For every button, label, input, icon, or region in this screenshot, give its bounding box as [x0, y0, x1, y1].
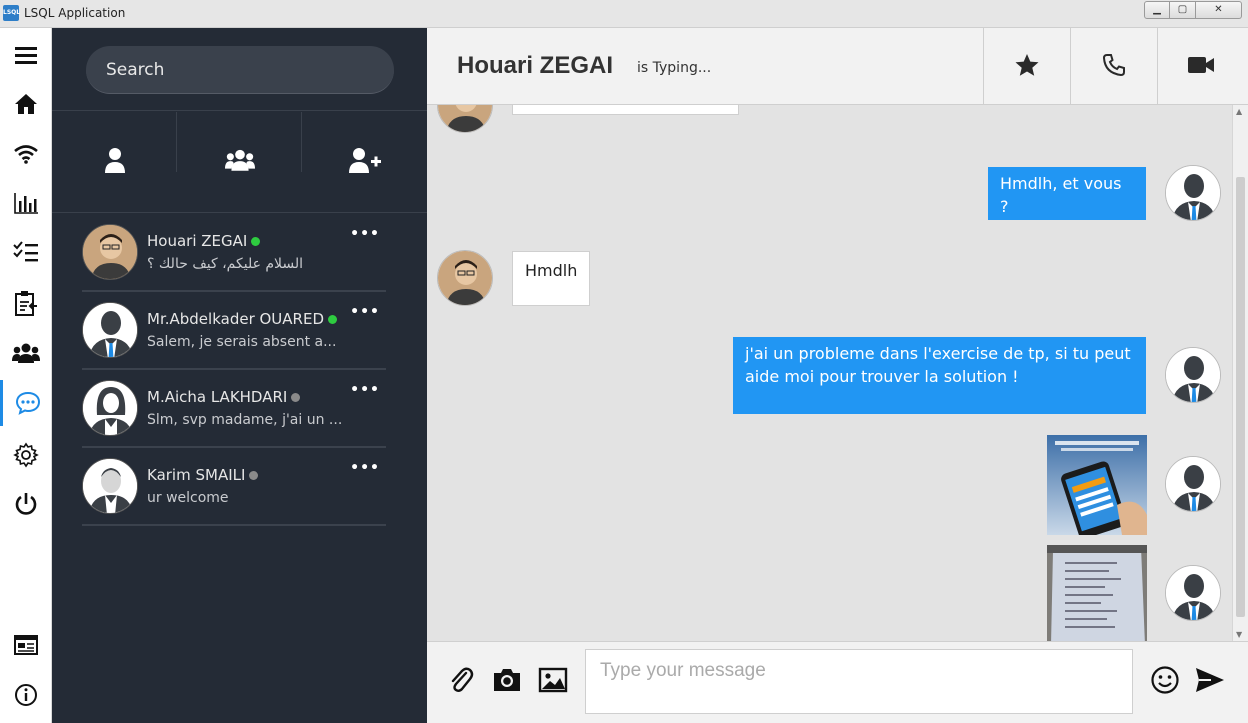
maximize-icon[interactable]: ▢ [1170, 1, 1196, 19]
search-input[interactable]: Search [86, 46, 394, 94]
bar-chart-icon[interactable] [0, 180, 52, 226]
tab-separator [301, 112, 302, 172]
contact-item[interactable]: Mr.Abdelkader OUARED Salem, je serais ab… [82, 292, 386, 370]
emoji-icon [1150, 665, 1180, 699]
message-bubble-outgoing: j'ai un probleme dans l'exercise de tp, … [733, 337, 1146, 414]
contact-name: Houari ZEGAI [147, 232, 261, 250]
chat-messages[interactable]: Hmdlh, et vous ? Hmdlh j'ai un probleme … [427, 105, 1248, 641]
my-avatar [1165, 565, 1221, 621]
composer-bar: Type your message [427, 641, 1248, 723]
camera-icon [492, 667, 522, 697]
chat-contact-name: Houari ZEGAI [457, 52, 614, 79]
app-icon: LSQL [3, 5, 20, 21]
contact-item[interactable]: Karim SMAILI ur welcome ••• [82, 448, 386, 526]
avatar [82, 224, 138, 280]
more-options-icon[interactable]: ••• [350, 460, 380, 476]
favorite-button[interactable] [983, 28, 1070, 105]
message-bubble-outgoing: Hmdlh, et vous ? [988, 167, 1146, 220]
more-options-icon[interactable]: ••• [350, 382, 380, 398]
contact-item[interactable]: M.Aicha LAKHDARI Slm, svp madame, j'ai u… [82, 370, 386, 448]
message-bubble-incoming: Hmdlh [512, 251, 590, 306]
contact-name: M.Aicha LAKHDARI [147, 388, 301, 406]
chat-header: Houari ZEGAI is Typing... [427, 28, 1248, 105]
wifi-icon[interactable] [0, 131, 52, 177]
nav-rail [0, 28, 52, 723]
contact-avatar [437, 105, 493, 133]
image-message[interactable] [1047, 545, 1147, 641]
chat-icon[interactable] [0, 380, 52, 426]
image-icon [538, 667, 568, 697]
divider [52, 212, 427, 213]
contact-last-message: ur welcome [147, 490, 229, 506]
contact-last-message: السلام عليكم، كيف حالك ؟ [147, 256, 304, 272]
tab-user[interactable] [52, 112, 177, 212]
scroll-down-icon[interactable]: ▼ [1236, 630, 1242, 639]
minimize-icon[interactable]: ▁ [1144, 1, 1170, 19]
typing-status: is Typing... [637, 60, 712, 76]
checklist-icon[interactable] [0, 229, 52, 275]
home-icon[interactable] [0, 81, 52, 127]
message-bubble-incoming [512, 105, 739, 115]
image-button[interactable] [535, 664, 571, 700]
offline-indicator [291, 393, 301, 402]
avatar [82, 380, 138, 436]
tab-separator [176, 112, 177, 172]
user-icon [104, 147, 126, 177]
tab-add-user[interactable] [302, 112, 427, 212]
window-title: LSQL Application [24, 6, 126, 20]
emoji-button[interactable] [1147, 664, 1183, 700]
settings-icon[interactable] [0, 432, 52, 478]
avatar [82, 458, 138, 514]
contact-avatar [437, 250, 493, 306]
divider [52, 110, 427, 111]
contacts-panel: Search Houari ZEGAI السلام عليكم، كيف حا… [52, 28, 427, 723]
tab-groups[interactable] [177, 112, 302, 212]
add-user-icon [348, 147, 382, 177]
scroll-thumb[interactable] [1236, 177, 1245, 617]
contact-name: Mr.Abdelkader OUARED [147, 310, 337, 328]
more-options-icon[interactable]: ••• [350, 304, 380, 320]
phone-icon [1102, 53, 1126, 81]
image-message[interactable] [1047, 435, 1147, 535]
my-avatar [1165, 347, 1221, 403]
contact-last-message: Slm, svp madame, j'ai un ... [147, 412, 343, 428]
card-icon[interactable] [0, 622, 52, 668]
video-icon [1187, 55, 1215, 79]
title-bar: LSQL LSQL Application ▁ ▢ ✕ [0, 0, 1248, 28]
more-options-icon[interactable]: ••• [350, 226, 380, 242]
contact-last-message: Salem, je serais absent a... [147, 334, 337, 350]
contact-item[interactable]: Houari ZEGAI السلام عليكم، كيف حالك ؟ ••… [82, 214, 386, 292]
clipboard-icon[interactable] [0, 280, 52, 326]
window-controls: ▁ ▢ ✕ [1144, 1, 1242, 19]
send-button[interactable] [1192, 664, 1228, 700]
contact-tabs [52, 112, 427, 212]
info-icon[interactable] [0, 672, 52, 718]
message-input[interactable]: Type your message [585, 649, 1133, 714]
my-avatar [1165, 165, 1221, 221]
online-indicator [251, 237, 261, 246]
power-icon[interactable] [0, 481, 52, 527]
close-icon[interactable]: ✕ [1196, 1, 1242, 19]
group-icon[interactable] [0, 330, 52, 376]
chat-scrollbar[interactable]: ▲ ▼ [1232, 105, 1248, 641]
group-icon [224, 148, 255, 176]
call-button[interactable] [1070, 28, 1157, 105]
camera-button[interactable] [489, 664, 525, 700]
online-indicator [328, 315, 337, 324]
avatar [82, 302, 138, 358]
offline-indicator [249, 471, 259, 480]
scroll-up-icon[interactable]: ▲ [1236, 107, 1242, 116]
attach-icon [448, 665, 474, 699]
video-call-button[interactable] [1157, 28, 1244, 105]
attach-button[interactable] [443, 664, 479, 700]
my-avatar [1165, 456, 1221, 512]
menu-icon[interactable] [0, 32, 52, 78]
star-icon [1014, 53, 1040, 81]
contact-name: Karim SMAILI [147, 466, 259, 484]
send-icon [1195, 667, 1225, 697]
